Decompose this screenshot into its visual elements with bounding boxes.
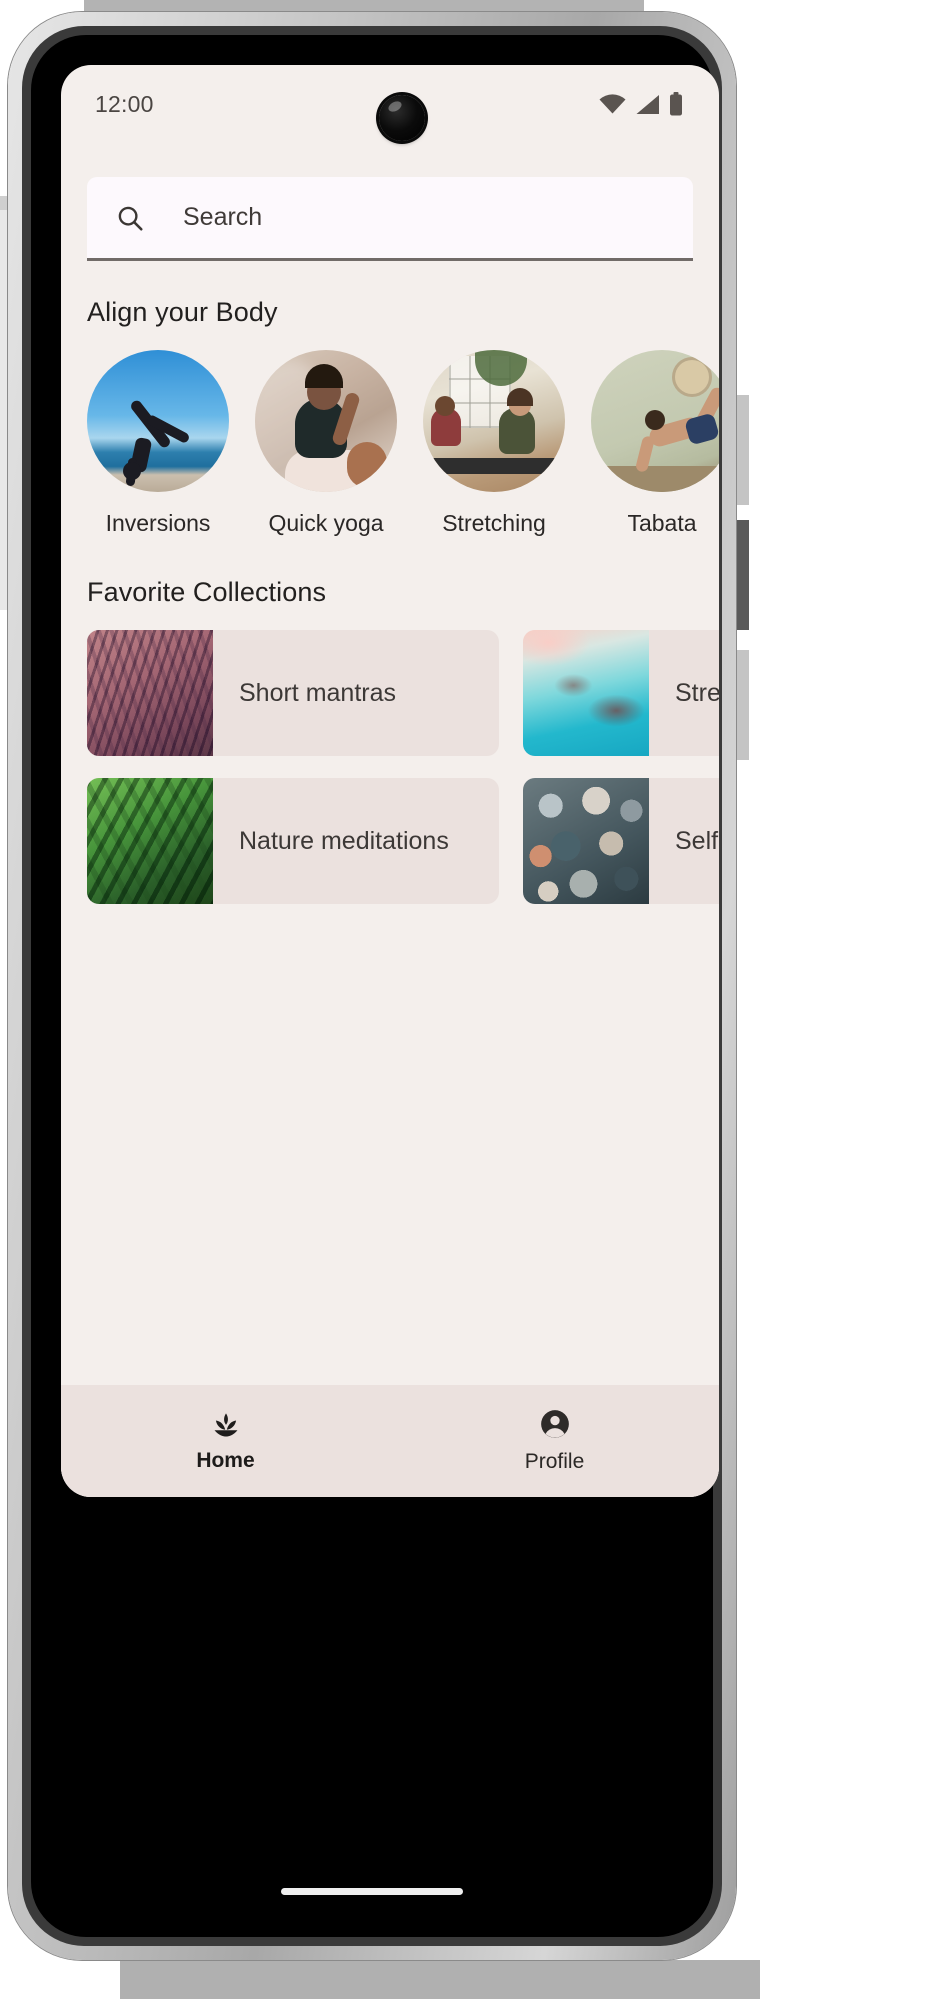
- background-panel-right-2: [735, 520, 749, 630]
- background-panel-right-3: [735, 650, 749, 760]
- collection-card-label: Self-massage: [675, 826, 719, 855]
- collection-thumbnail: [523, 778, 649, 904]
- background-panel-right-1: [735, 395, 749, 505]
- align-item-image-inversions: [87, 350, 229, 492]
- align-item-quick-yoga[interactable]: Quick yoga: [255, 350, 397, 537]
- align-your-body-title: Align your Body: [87, 297, 278, 327]
- nav-item-label: Profile: [524, 1450, 585, 1473]
- phone-device-frame: 12:00 Search Align your Body Inversions …: [8, 12, 736, 1960]
- search-input-placeholder[interactable]: Search: [183, 203, 262, 232]
- collection-card-self-massage[interactable]: Self-massage: [523, 778, 719, 904]
- favorite-collections-grid[interactable]: Short mantras Stretching Nature meditati…: [87, 630, 719, 904]
- search-icon: [118, 206, 143, 231]
- cellular-signal-icon: [636, 94, 659, 114]
- status-bar-icons: [599, 92, 683, 116]
- collection-thumbnail: [87, 778, 213, 904]
- align-item-image-stretching: [423, 350, 565, 492]
- nav-item-label: Home: [196, 1449, 255, 1472]
- account-circle-icon: [540, 1410, 569, 1438]
- align-item-image-quick-yoga: [255, 350, 397, 492]
- align-item-label: Tabata: [627, 510, 697, 536]
- wifi-icon: [599, 93, 626, 113]
- collection-thumbnail: [87, 630, 213, 756]
- align-item-tabata[interactable]: Tabata: [591, 350, 719, 537]
- bottom-navigation-bar: Home Profile: [61, 1385, 719, 1497]
- search-bar[interactable]: Search: [87, 177, 693, 261]
- collection-thumbnail: [523, 630, 649, 756]
- collection-card-nature-meditations[interactable]: Nature meditations: [87, 778, 499, 904]
- align-item-label: Stretching: [442, 510, 546, 536]
- nav-item-home[interactable]: Home: [61, 1385, 390, 1497]
- collection-card-label: Stretching: [675, 678, 719, 707]
- desktop-canvas: 12:00 Search Align your Body Inversions …: [0, 0, 949, 1999]
- status-bar-clock: 12:00: [95, 90, 154, 117]
- phone-bezel-mid: 12:00 Search Align your Body Inversions …: [22, 26, 722, 1946]
- collection-card-short-mantras[interactable]: Short mantras: [87, 630, 499, 756]
- gesture-navigation-bar[interactable]: [281, 1888, 463, 1895]
- background-panel-bottom: [120, 1960, 760, 1999]
- align-item-label: Quick yoga: [268, 510, 384, 536]
- align-item-stretching[interactable]: Stretching: [423, 350, 565, 537]
- battery-icon: [670, 92, 682, 116]
- collection-card-label: Short mantras: [239, 678, 397, 707]
- app-content: Search Align your Body Inversions Quick …: [61, 143, 719, 1497]
- align-your-body-carousel[interactable]: Inversions Quick yoga Stretching Tabata: [87, 350, 719, 537]
- align-item-image-tabata: [591, 350, 719, 492]
- front-camera-punch-hole: [379, 95, 425, 141]
- collection-card-label: Nature meditations: [239, 826, 449, 855]
- phone-bezel-inner: 12:00 Search Align your Body Inversions …: [31, 35, 719, 1937]
- align-item-label: Inversions: [105, 510, 211, 536]
- phone-screen: 12:00 Search Align your Body Inversions …: [61, 65, 719, 1497]
- nav-item-profile[interactable]: Profile: [390, 1385, 719, 1497]
- align-item-inversions[interactable]: Inversions: [87, 350, 229, 537]
- lotus-sprout-icon: [214, 1413, 237, 1437]
- favorite-collections-title: Favorite Collections: [87, 577, 327, 607]
- collection-card-stretching[interactable]: Stretching: [523, 630, 719, 756]
